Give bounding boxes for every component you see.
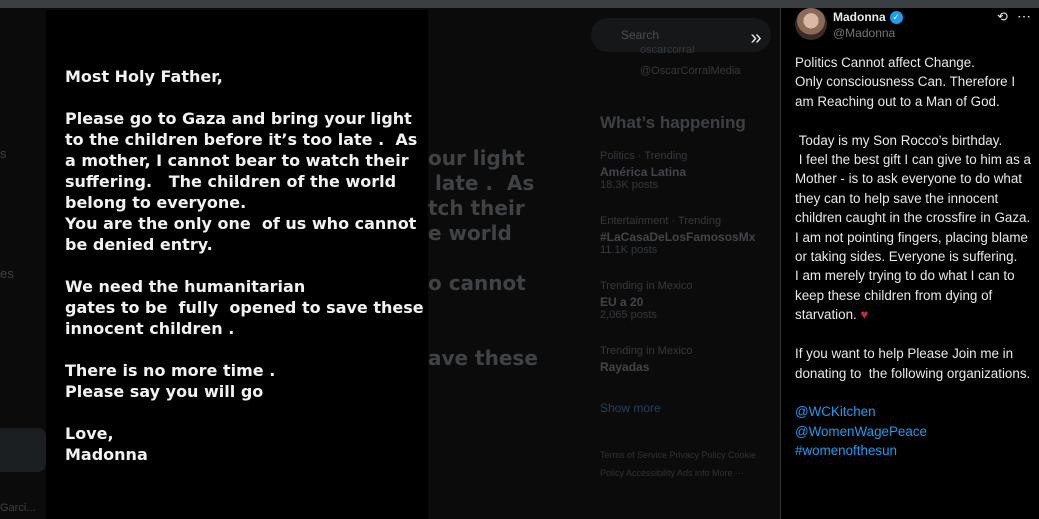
- background-profile-line: oscarcorral: [640, 44, 695, 56]
- verified-badge-icon: ✓: [889, 10, 903, 24]
- background-trend-item: Entertainment · Trending #LaCasaDeLosFam…: [600, 215, 755, 256]
- background-edge-text: s: [0, 146, 7, 161]
- expand-icon[interactable]: »: [744, 27, 768, 51]
- tweet-paragraph: If you want to help Please Join me in do…: [795, 346, 1031, 381]
- author-display-name[interactable]: Madonna: [833, 10, 886, 24]
- tweet-text: Politics Cannot affect Change. Only cons…: [795, 53, 1035, 461]
- tweet-paragraph: Today is my Son Rocco’s birthday. I feel…: [795, 132, 1031, 323]
- background-show-more: Show more: [600, 401, 661, 415]
- background-nav-pill: [0, 428, 46, 472]
- background-trend-item: Politics · Trending América Latina 18.3K…: [600, 150, 687, 191]
- more-options-icon[interactable]: ⋯: [1017, 8, 1031, 25]
- background-edge-text: Garci...: [0, 502, 36, 514]
- trend-posts: 18.3K posts: [600, 179, 659, 191]
- author-handle[interactable]: @Madonna: [833, 26, 895, 40]
- author-name-row: Madonna ✓: [833, 10, 903, 24]
- mention-link-wckitchen[interactable]: @WCKitchen: [795, 402, 1035, 421]
- background-letter-ghost: our light late . As tch their e world o …: [428, 146, 538, 370]
- trend-posts: 11.1K posts: [600, 244, 658, 256]
- trend-name: América Latina: [600, 165, 687, 179]
- background-edge-text: es: [0, 266, 14, 281]
- background-search-placeholder: Search: [621, 28, 660, 42]
- trend-name: #LaCasaDeLosFamososMx: [600, 230, 756, 244]
- trend-name: Rayadas: [600, 360, 650, 374]
- avatar[interactable]: [795, 8, 827, 40]
- trend-context: Trending in Mexico: [600, 345, 693, 357]
- trend-context: Entertainment · Trending: [600, 215, 722, 227]
- trend-posts: 2,065 posts: [600, 309, 657, 321]
- mention-link-womenwagepeace[interactable]: @WomenWagePeace: [795, 422, 1035, 441]
- background-trend-item: Trending in Mexico Rayadas: [600, 345, 693, 374]
- background-footer-links: Terms of Service Privacy Policy Cookie P…: [600, 450, 757, 478]
- hashtag-link-womenofthesun[interactable]: #womenofthesun: [795, 441, 1035, 460]
- trend-context: Trending in Mexico: [600, 280, 693, 292]
- background-trend-item: Trending in Mexico EU a 20 2,065 posts: [600, 280, 693, 321]
- tweet-sidebar: Madonna ✓ @Madonna ⟲ ⋯ Politics Cannot a…: [780, 8, 1039, 519]
- background-timeline-column: Search oscarcorral @OscarCorralMedia Wha…: [585, 8, 780, 519]
- browser-top-bar: [0, 0, 1039, 8]
- trend-name: EU a 20: [600, 295, 644, 309]
- letter-text: Most Holy Father, Please go to Gaza and …: [65, 67, 424, 464]
- background-profile-line: @OscarCorralMedia: [640, 65, 741, 77]
- trend-context: Politics · Trending: [600, 150, 688, 162]
- heart-emoji-icon: ♥: [860, 307, 869, 323]
- grok-icon[interactable]: ⟲: [997, 9, 1008, 25]
- background-whats-happening-heading: What’s happening: [600, 113, 746, 132]
- letter-image: Most Holy Father, Please go to Gaza and …: [46, 10, 428, 519]
- tweet-paragraph: Politics Cannot affect Change. Only cons…: [795, 55, 1016, 109]
